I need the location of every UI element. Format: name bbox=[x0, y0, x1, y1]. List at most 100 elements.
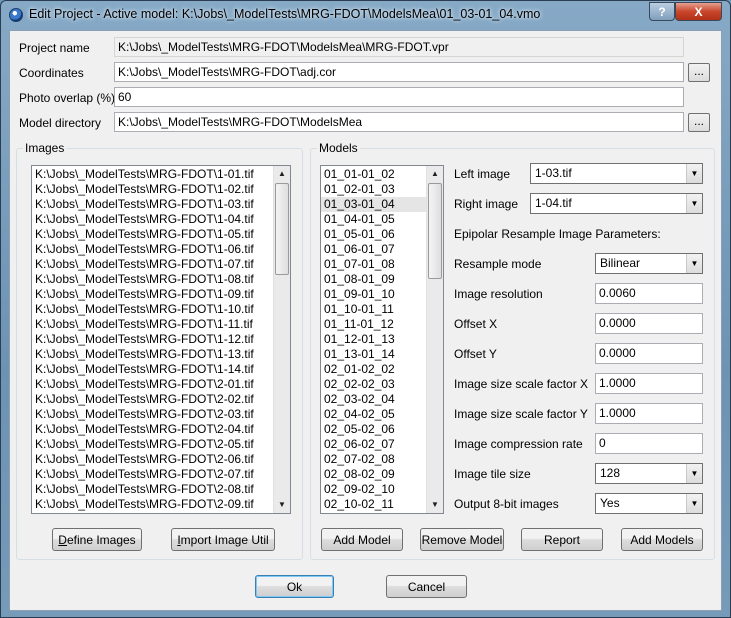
offset-x-field[interactable]: 0.0000 bbox=[595, 313, 703, 334]
image-list-item[interactable]: K:\Jobs\_ModelTests\MRG-FDOT\1-06.tif bbox=[32, 242, 273, 257]
image-list-item[interactable]: K:\Jobs\_ModelTests\MRG-FDOT\1-07.tif bbox=[32, 257, 273, 272]
image-list-item[interactable]: K:\Jobs\_ModelTests\MRG-FDOT\1-13.tif bbox=[32, 347, 273, 362]
scroll-up-arrow-icon[interactable]: ▲ bbox=[427, 166, 443, 182]
image-list-item[interactable]: K:\Jobs\_ModelTests\MRG-FDOT\1-11.tif bbox=[32, 317, 273, 332]
model-list-item[interactable]: 01_02-01_03 bbox=[321, 182, 426, 197]
image-list-item[interactable]: K:\Jobs\_ModelTests\MRG-FDOT\2-05.tif bbox=[32, 437, 273, 452]
image-list-item[interactable]: K:\Jobs\_ModelTests\MRG-FDOT\1-14.tif bbox=[32, 362, 273, 377]
scale-x-label: Image size scale factor X bbox=[454, 377, 589, 391]
model-list-item[interactable]: 02_09-02_10 bbox=[321, 482, 426, 497]
models-listbox[interactable]: 01_01-01_02 01_02-01_03 01_03-01_04 01_04-0… bbox=[320, 165, 444, 514]
model-list-item[interactable]: 01_11-01_12 bbox=[321, 317, 426, 332]
scroll-up-arrow-icon[interactable]: ▲ bbox=[274, 166, 290, 182]
model-list-item[interactable]: 02_07-02_08 bbox=[321, 452, 426, 467]
image-list-item[interactable]: K:\Jobs\_ModelTests\MRG-FDOT\1-08.tif bbox=[32, 272, 273, 287]
cancel-button[interactable]: Cancel bbox=[386, 575, 467, 598]
scroll-down-arrow-icon[interactable]: ▼ bbox=[274, 497, 290, 513]
model-list-item[interactable]: 02_01-02_02 bbox=[321, 362, 426, 377]
images-scrollbar[interactable]: ▲ ▼ bbox=[273, 166, 290, 513]
image-list-item[interactable]: K:\Jobs\_ModelTests\MRG-FDOT\2-08.tif bbox=[32, 482, 273, 497]
model-list-item[interactable]: 02_08-02_09 bbox=[321, 467, 426, 482]
compression-field[interactable]: 0 bbox=[595, 433, 703, 454]
dropdown-arrow-icon[interactable]: ▼ bbox=[686, 164, 702, 183]
output-8bit-select[interactable]: Yes ▼ bbox=[595, 493, 703, 514]
coordinates-field[interactable]: K:\Jobs\_ModelTests\MRG-FDOT\adj.cor bbox=[114, 62, 684, 82]
title-bar[interactable]: Edit Project - Active model: K:\Jobs\_Mo… bbox=[1, 1, 730, 29]
close-button[interactable]: X bbox=[675, 2, 722, 21]
image-list-item[interactable]: K:\Jobs\_ModelTests\MRG-FDOT\1-12.tif bbox=[32, 332, 273, 347]
add-models-button[interactable]: Add Models bbox=[621, 528, 703, 551]
image-list-item[interactable]: K:\Jobs\_ModelTests\MRG-FDOT\2-01.tif bbox=[32, 377, 273, 392]
model-list-item[interactable]: 02_04-02_05 bbox=[321, 407, 426, 422]
ok-button[interactable]: Ok bbox=[255, 575, 334, 598]
resample-mode-select[interactable]: Bilinear ▼ bbox=[595, 253, 703, 274]
model-list-item[interactable]: 01_09-01_10 bbox=[321, 287, 426, 302]
left-image-select[interactable]: 1-03.tif ▼ bbox=[530, 163, 703, 184]
right-image-select[interactable]: 1-04.tif ▼ bbox=[530, 193, 703, 214]
offset-y-field[interactable]: 0.0000 bbox=[595, 343, 703, 364]
coordinates-browse-button[interactable]: ... bbox=[688, 63, 710, 82]
model-list-item[interactable]: 01_13-01_14 bbox=[321, 347, 426, 362]
define-images-button[interactable]: Define Images bbox=[52, 528, 142, 551]
model-list-item[interactable]: 02_02-02_03 bbox=[321, 377, 426, 392]
model-list-item[interactable]: 01_01-01_02 bbox=[321, 167, 426, 182]
dropdown-arrow-icon[interactable]: ▼ bbox=[686, 254, 702, 273]
image-list-item[interactable]: K:\Jobs\_ModelTests\MRG-FDOT\1-04.tif bbox=[32, 212, 273, 227]
model-list-item[interactable]: 01_10-01_11 bbox=[321, 302, 426, 317]
model-list-item[interactable]: 01_08-01_09 bbox=[321, 272, 426, 287]
images-listbox[interactable]: K:\Jobs\_ModelTests\MRG-FDOT\1-01.tif K:\… bbox=[31, 165, 291, 514]
compression-label: Image compression rate bbox=[454, 437, 583, 451]
image-resolution-field[interactable]: 0.0060 bbox=[595, 283, 703, 304]
tile-size-select[interactable]: 128 ▼ bbox=[595, 463, 703, 484]
app-globe-icon bbox=[9, 8, 23, 22]
image-list-item[interactable]: K:\Jobs\_ModelTests\MRG-FDOT\1-10.tif bbox=[32, 302, 273, 317]
tile-size-value: 128 bbox=[600, 466, 621, 480]
image-list-item[interactable]: K:\Jobs\_ModelTests\MRG-FDOT\2-09.tif bbox=[32, 497, 273, 512]
image-list-item[interactable]: K:\Jobs\_ModelTests\MRG-FDOT\2-04.tif bbox=[32, 422, 273, 437]
help-button[interactable]: ? bbox=[649, 2, 675, 21]
dropdown-arrow-icon[interactable]: ▼ bbox=[686, 194, 702, 213]
report-button[interactable]: Report bbox=[521, 528, 603, 551]
dialog-client-area: Project name K:\Jobs\_ModelTests\MRG-FDO… bbox=[9, 30, 722, 611]
scroll-down-arrow-icon[interactable]: ▼ bbox=[427, 497, 443, 513]
image-list-item[interactable]: K:\Jobs\_ModelTests\MRG-FDOT\2-07.tif bbox=[32, 467, 273, 482]
output-8bit-label: Output 8-bit images bbox=[454, 497, 559, 511]
image-list-item[interactable]: K:\Jobs\_ModelTests\MRG-FDOT\1-05.tif bbox=[32, 227, 273, 242]
images-scroll-thumb[interactable] bbox=[275, 183, 289, 275]
image-list-item[interactable]: K:\Jobs\_ModelTests\MRG-FDOT\1-09.tif bbox=[32, 287, 273, 302]
image-list-item[interactable]: K:\Jobs\_ModelTests\MRG-FDOT\1-03.tif bbox=[32, 197, 273, 212]
model-list-item[interactable]: 02_10-02_11 bbox=[321, 497, 426, 512]
image-list-item[interactable]: K:\Jobs\_ModelTests\MRG-FDOT\2-02.tif bbox=[32, 392, 273, 407]
scale-x-field[interactable]: 1.0000 bbox=[595, 373, 703, 394]
models-scrollbar[interactable]: ▲ ▼ bbox=[426, 166, 443, 513]
model-list-item[interactable]: 01_07-01_08 bbox=[321, 257, 426, 272]
model-directory-field[interactable]: K:\Jobs\_ModelTests\MRG-FDOT\ModelsMea bbox=[114, 112, 684, 132]
image-list-item[interactable]: K:\Jobs\_ModelTests\MRG-FDOT\1-02.tif bbox=[32, 182, 273, 197]
remove-model-button[interactable]: Remove Model bbox=[420, 528, 504, 551]
model-list-item[interactable]: 01_04-01_05 bbox=[321, 212, 426, 227]
dropdown-arrow-icon[interactable]: ▼ bbox=[686, 464, 702, 483]
image-list-item[interactable]: K:\Jobs\_ModelTests\MRG-FDOT\2-06.tif bbox=[32, 452, 273, 467]
image-list-item[interactable]: K:\Jobs\_ModelTests\MRG-FDOT\1-01.tif bbox=[32, 167, 273, 182]
model-list-item[interactable]: 01_03-01_04 bbox=[321, 197, 426, 212]
define-images-label: efine Images bbox=[66, 532, 136, 547]
model-directory-browse-button[interactable]: ... bbox=[688, 113, 710, 132]
dropdown-arrow-icon[interactable]: ▼ bbox=[686, 494, 702, 513]
add-model-button[interactable]: Add Model bbox=[321, 528, 403, 551]
model-list-item[interactable]: 02_05-02_06 bbox=[321, 422, 426, 437]
right-image-value: 1-04.tif bbox=[535, 196, 572, 210]
model-list-item[interactable]: 02_06-02_07 bbox=[321, 437, 426, 452]
output-8bit-value: Yes bbox=[600, 496, 620, 510]
image-resolution-label: Image resolution bbox=[454, 287, 543, 301]
models-group-title: Models bbox=[317, 141, 360, 155]
photo-overlap-field[interactable]: 60 bbox=[114, 87, 684, 107]
tile-size-label: Image tile size bbox=[454, 467, 531, 481]
models-scroll-thumb[interactable] bbox=[428, 183, 442, 279]
model-list-item[interactable]: 01_06-01_07 bbox=[321, 242, 426, 257]
import-image-util-button[interactable]: Import Image Util bbox=[171, 528, 275, 551]
image-list-item[interactable]: K:\Jobs\_ModelTests\MRG-FDOT\2-03.tif bbox=[32, 407, 273, 422]
model-list-item[interactable]: 01_05-01_06 bbox=[321, 227, 426, 242]
scale-y-field[interactable]: 1.0000 bbox=[595, 403, 703, 424]
model-list-item[interactable]: 02_03-02_04 bbox=[321, 392, 426, 407]
model-list-item[interactable]: 01_12-01_13 bbox=[321, 332, 426, 347]
